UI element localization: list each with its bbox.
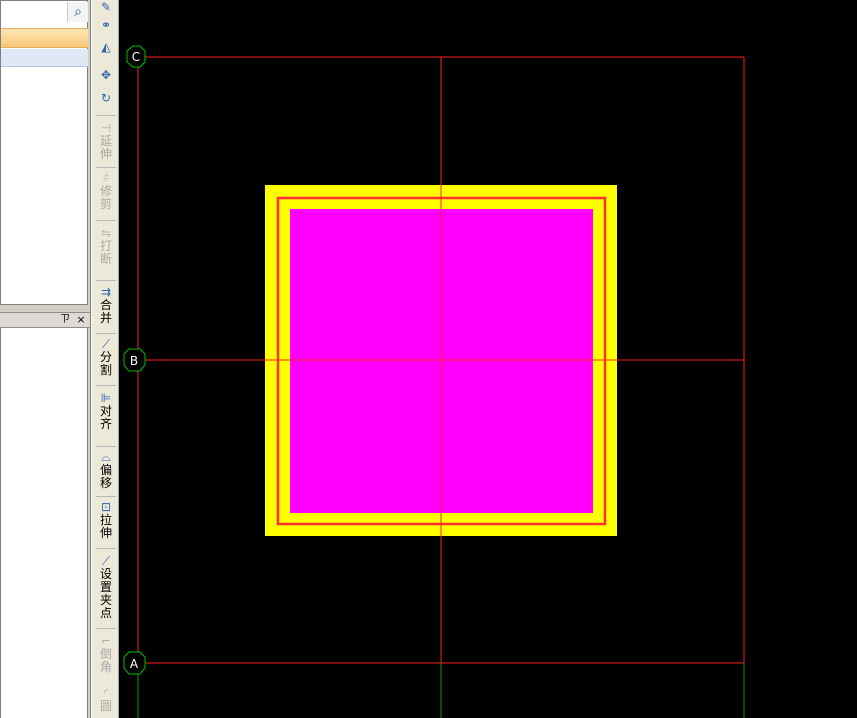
tool-set-grip-label: 设置夹点 [99,567,112,620]
copy-icon: ⚭ [100,18,112,32]
axis-bubble-b[interactable]: B [123,348,146,372]
tool-chamfer-label: 倒角 [99,647,112,674]
tool-trim-label: 修剪 [99,184,112,211]
fillet-icon: ◜ [103,686,109,700]
canvas-svg: C B A [123,45,745,718]
tool-merge-label: 合并 [99,298,112,325]
tool-split-label: 分割 [99,350,112,377]
close-icon[interactable]: × [75,313,87,327]
tool-trim[interactable]: ⫩ 修剪 [92,171,120,211]
properties-panel-header: ㄗ × [0,312,90,328]
tool-split[interactable]: ⟋ 分割 [92,337,120,377]
tool-rotate[interactable]: ↻ [92,91,120,105]
left-panel: ⌕ ㄗ × [0,0,91,718]
tool-offset-label: 偏移 [99,463,112,490]
axis-label-b: B [130,354,138,368]
tool-fillet[interactable]: ◜ 圆 [92,686,120,713]
axis-bubble-c[interactable]: C [126,45,146,68]
mirror-icon: ◭ [101,40,111,54]
move-icon: ✥ [100,68,112,82]
search-icon: ⌕ [74,4,82,20]
tool-offset[interactable]: ⌓ 偏移 [92,450,120,490]
tool-stretch-label: 拉伸 [99,513,112,540]
offset-icon: ⌓ [101,450,111,464]
list-item-selected[interactable] [1,28,88,48]
search-button[interactable]: ⌕ [67,2,88,22]
tool-merge[interactable]: ⇉ 合并 [92,285,120,325]
tool-copy[interactable]: ⚭ [92,18,120,32]
tool-stretch[interactable]: ⊡ 拉伸 [92,500,120,540]
tool-extend[interactable]: ⊣ 延伸 [92,121,120,161]
modify-toolbar: ✎ ⚭ ◭ ✥ ↻ ⊣ 延伸 ⫩ 修剪 ⇋ 打断 ⇉ 合并 ⟋ 分割 ⊫ 对齐 … [91,0,119,718]
rotate-icon: ↻ [100,91,112,105]
chamfer-icon: ⌐ [100,634,112,648]
split-icon: ⟋ [101,337,111,351]
list-item[interactable] [1,49,88,67]
component-list-panel: ⌕ [0,0,88,305]
tool-move[interactable]: ✥ [92,68,120,82]
tool-align[interactable]: ⊫ 对齐 [92,391,120,431]
tool-mirror[interactable]: ◭ [92,40,120,54]
align-icon: ⊫ [100,391,112,405]
grip-icon: ⟋ [101,554,111,568]
tool-break[interactable]: ⇋ 打断 [92,226,120,266]
pen-icon: ✎ [100,0,112,14]
drawing-canvas[interactable]: C B A [120,0,857,718]
tool-fillet-label: 圆 [99,699,112,713]
extend-icon: ⊣ [100,121,112,135]
pin-icon[interactable]: ㄗ [59,313,71,327]
stretch-icon: ⊡ [100,500,112,514]
axis-label-a: A [130,657,139,671]
break-icon: ⇋ [100,226,112,240]
merge-icon: ⇉ [100,285,112,299]
tool-extend-label: 延伸 [99,134,112,161]
tool-chamfer[interactable]: ⌐ 倒角 [92,634,120,674]
axis-label-c: C [132,50,140,64]
axis-bubble-a[interactable]: A [123,651,146,675]
tool-draw-icon-top[interactable]: ✎ [92,0,120,14]
tool-set-grip[interactable]: ⟋ 设置夹点 [92,554,120,620]
tool-break-label: 打断 [99,239,112,266]
properties-panel [0,328,88,718]
trim-icon: ⫩ [102,171,110,185]
tool-align-label: 对齐 [99,404,112,431]
